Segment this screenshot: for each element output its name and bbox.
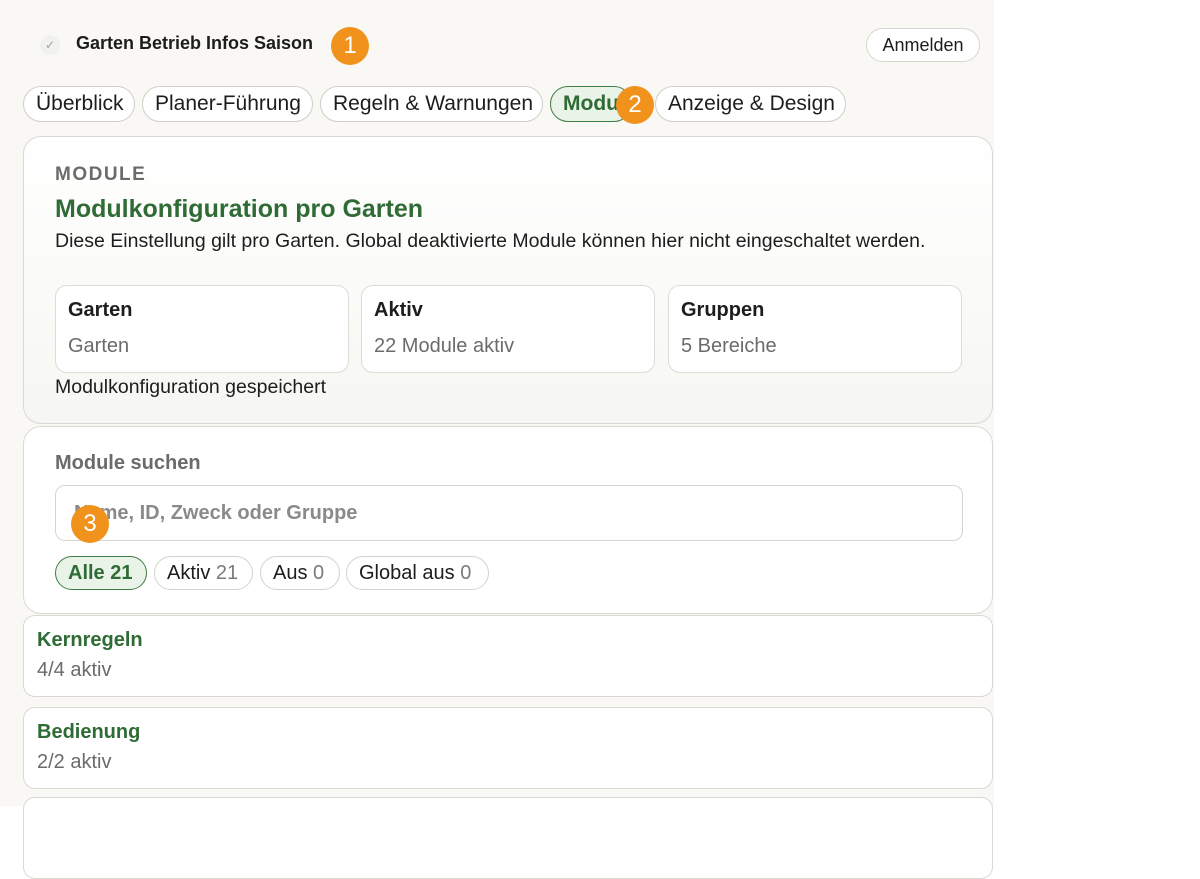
tab-overview[interactable]: Überblick	[23, 86, 135, 122]
section-description: Diese Einstellung gilt pro Garten. Globa…	[55, 230, 926, 252]
group-name: Bedienung	[37, 721, 141, 743]
tab-planner-guide[interactable]: Planer-Führung	[142, 86, 313, 122]
module-group-operation[interactable]: Bedienung 2/2 aktiv	[23, 707, 993, 789]
filter-count: 21	[215, 562, 239, 584]
tab-display-design[interactable]: Anzeige & Design	[655, 86, 846, 122]
garden-title: Garten Betrieb Infos Saison	[76, 33, 314, 53]
filter-all[interactable]: Alle 21	[55, 556, 147, 590]
header: ✓ Garten Betrieb Infos Saison 1 Anmelden	[0, 0, 994, 82]
filter-global-off[interactable]: Global aus 0	[346, 556, 489, 590]
stat-value: 5 Bereiche	[681, 335, 777, 357]
step-badge-2: 2	[616, 86, 654, 124]
filter-count: 0	[460, 562, 472, 584]
step-badge-1: 1	[331, 27, 369, 65]
module-search-input[interactable]	[55, 485, 963, 541]
save-status: Modulkonfiguration gespeichert	[55, 376, 327, 398]
stat-value: 22 Module aktiv	[374, 335, 515, 357]
stat-card-garden: Garten Garten	[55, 285, 349, 373]
search-label: Module suchen	[55, 452, 201, 474]
filter-label: Global aus	[359, 562, 455, 584]
filter-label: Aktiv	[167, 562, 211, 584]
step-badge-3: 3	[71, 505, 109, 543]
stat-value: Garten	[68, 335, 130, 357]
module-group-next[interactable]	[23, 797, 993, 879]
section-eyebrow: MODULE	[55, 164, 147, 185]
stat-label: Garten	[68, 299, 133, 321]
login-button[interactable]: Anmelden	[866, 28, 980, 62]
filter-label: Alle	[68, 562, 105, 584]
group-name: Kernregeln	[37, 629, 143, 651]
section-title: Modulkonfiguration pro Garten	[55, 195, 424, 223]
stat-label: Gruppen	[681, 299, 765, 321]
app-window: ✓ Garten Betrieb Infos Saison 1 Anmelden…	[0, 0, 994, 879]
group-status: 2/2 aktiv	[37, 751, 112, 773]
module-config-card: MODULE Modulkonfiguration pro Garten Die…	[23, 136, 993, 424]
filter-count: 0	[313, 562, 325, 584]
filter-off[interactable]: Aus 0	[260, 556, 340, 590]
stat-card-groups: Gruppen 5 Bereiche	[668, 285, 962, 373]
module-search-card: Module suchen Alle 21 Aktiv 21 Aus 0 Glo…	[23, 426, 993, 614]
stat-label: Aktiv	[374, 299, 423, 321]
filter-count: 21	[110, 562, 133, 584]
module-group-core-rules[interactable]: Kernregeln 4/4 aktiv	[23, 615, 993, 697]
tab-rules-warnings[interactable]: Regeln & Warnungen	[320, 86, 543, 122]
filter-active[interactable]: Aktiv 21	[154, 556, 253, 590]
leaf-logo-icon: ✓	[40, 35, 60, 55]
group-status: 4/4 aktiv	[37, 659, 112, 681]
filter-label: Aus	[273, 562, 308, 584]
stat-card-active: Aktiv 22 Module aktiv	[361, 285, 655, 373]
